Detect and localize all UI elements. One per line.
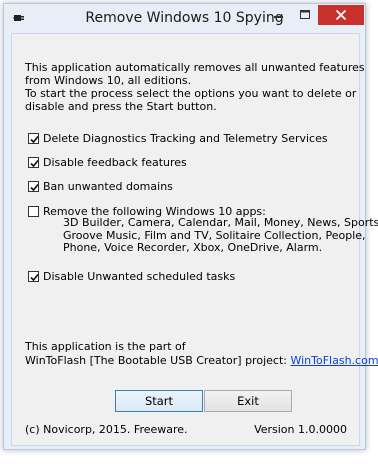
remove-apps-checkbox[interactable] — [28, 206, 39, 217]
description-line: disable and press the Start button. — [25, 100, 217, 113]
checkmark-icon — [30, 273, 39, 282]
diagnostics-checkbox[interactable] — [28, 133, 39, 144]
domains-label: Ban unwanted domains — [43, 180, 173, 193]
description: This application automatically removes a… — [25, 61, 365, 113]
feedback-checkbox[interactable] — [28, 157, 39, 168]
description-line: To start the process select the options … — [25, 87, 357, 100]
minimize-button[interactable] — [266, 5, 292, 25]
diagnostics-label: Delete Diagnostics Tracking and Telemetr… — [43, 132, 328, 145]
close-button[interactable] — [318, 5, 364, 25]
exit-button[interactable]: Exit — [204, 390, 292, 412]
description-line: from Windows 10, all editions. — [25, 74, 192, 87]
version-text: Version 1.0.0000 — [254, 423, 347, 436]
description-line: This application automatically removes a… — [25, 61, 365, 74]
footer-line1: This application is the part of — [25, 340, 186, 353]
checkmark-icon — [30, 135, 39, 144]
apps-list: 3D Builder, Camera, Calendar, Mail, Mone… — [63, 216, 378, 255]
maximize-button[interactable] — [292, 5, 318, 25]
checkmark-icon — [30, 183, 39, 192]
wintoflash-link[interactable]: WinToFlash.com — [290, 354, 378, 367]
apps-list-line: Phone, Voice Recorder, Xbox, OneDrive, A… — [63, 241, 323, 254]
client-area: This application automatically removes a… — [11, 33, 378, 446]
domains-checkbox[interactable] — [28, 181, 39, 192]
title-bar[interactable]: Remove Windows 10 Spying — [4, 4, 365, 32]
maximize-icon — [300, 10, 310, 19]
minimize-icon — [274, 16, 283, 18]
copyright-text: (c) Novicorp, 2015. Freeware. — [25, 423, 188, 436]
checkmark-icon — [30, 159, 39, 168]
footer-line2: WinToFlash [The Bootable USB Creator] pr… — [25, 354, 287, 367]
start-button[interactable]: Start — [115, 390, 203, 412]
feedback-label: Disable feedback features — [43, 156, 187, 169]
footer-info: This application is the part of WinToFla… — [25, 340, 378, 368]
close-icon — [335, 9, 347, 21]
scheduled-tasks-label: Disable Unwanted scheduled tasks — [43, 270, 236, 283]
scheduled-tasks-checkbox[interactable] — [28, 271, 39, 282]
app-window: Remove Windows 10 Spying This applicatio… — [3, 3, 378, 450]
apps-list-line: 3D Builder, Camera, Calendar, Mail, Mone… — [63, 216, 378, 229]
